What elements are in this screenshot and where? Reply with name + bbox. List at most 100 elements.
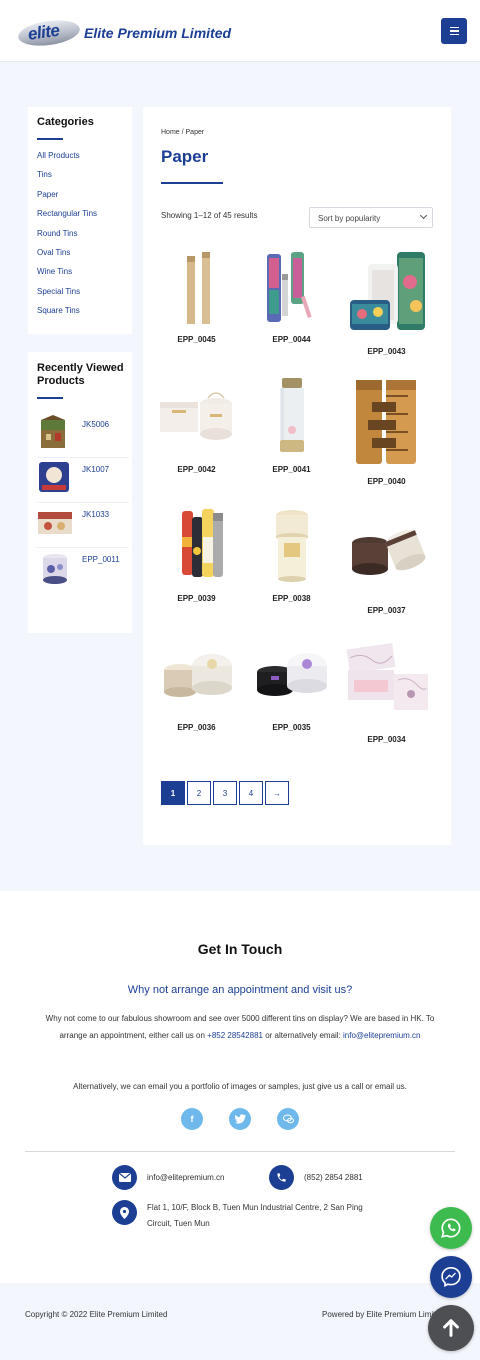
product-image[interactable] [342, 507, 432, 597]
site-footer: Copyright © 2022 Elite Premium Limited P… [0, 1283, 480, 1360]
product-image[interactable] [342, 636, 432, 726]
product-card[interactable]: EPP_0041 [244, 378, 339, 474]
category-link[interactable]: Paper [37, 189, 123, 208]
product-image[interactable] [342, 248, 432, 338]
logo-mark: elite [16, 16, 82, 50]
product-card[interactable]: EPP_0035 [244, 636, 339, 732]
recent-product[interactable]: EPP_0011 [37, 548, 129, 593]
product-name[interactable]: EPP_0037 [339, 606, 434, 615]
product-card[interactable]: EPP_0039 [149, 507, 244, 603]
title-underline [37, 138, 63, 140]
contact-phone-text[interactable]: (852) 2854 2881 [304, 1170, 363, 1186]
recent-product-link[interactable]: EPP_0011 [82, 555, 120, 564]
categories-title: Categories [37, 116, 94, 128]
recent-title: Recently Viewed Products [37, 362, 124, 387]
twitter-icon[interactable] [229, 1108, 251, 1130]
recent-product[interactable]: JK1007 [37, 458, 129, 503]
arrow-up-icon[interactable] [428, 1305, 474, 1351]
product-name[interactable]: EPP_0045 [149, 335, 244, 344]
email-link[interactable]: info@elitepremium.cn [343, 1031, 420, 1040]
hamburger-icon-line [449, 33, 459, 36]
contact-phone[interactable]: (852) 2854 2881 [269, 1165, 363, 1190]
recent-product-link[interactable]: JK1007 [82, 465, 109, 474]
location-pin-icon [112, 1200, 137, 1225]
sort-dropdown[interactable]: Sort by popularity [309, 207, 433, 228]
envelope-icon [112, 1165, 137, 1190]
product-image[interactable] [152, 507, 242, 585]
facebook-icon[interactable]: f [181, 1108, 203, 1130]
menu-button[interactable] [441, 18, 467, 44]
product-card[interactable]: EPP_0044 [244, 248, 339, 344]
product-card[interactable]: EPP_0034 [339, 636, 434, 744]
category-link[interactable]: Oval Tins [37, 247, 123, 266]
product-thumbnail[interactable] [37, 549, 73, 585]
product-image[interactable] [152, 248, 242, 326]
page-link[interactable]: 3 [213, 781, 237, 805]
product-image[interactable] [247, 636, 337, 714]
product-name[interactable]: EPP_0044 [244, 335, 339, 344]
product-card[interactable]: EPP_0037 [339, 507, 434, 615]
chat-icon[interactable] [277, 1108, 299, 1130]
sort-selected-value: Sort by popularity [318, 214, 381, 223]
category-link[interactable]: Round Tins [37, 228, 123, 247]
next-page-arrow[interactable]: → [265, 781, 289, 805]
contact-text: or alternatively email: [262, 1031, 344, 1040]
product-listing: Home / Paper Paper Showing 1–12 of 45 re… [143, 107, 451, 845]
recent-product-link[interactable]: JK5006 [82, 420, 109, 429]
product-name[interactable]: EPP_0036 [149, 723, 244, 732]
category-link[interactable]: Square Tins [37, 305, 123, 324]
hamburger-icon-line [449, 30, 459, 32]
page-link[interactable]: 4 [239, 781, 263, 805]
divider [25, 1151, 455, 1152]
phone-link[interactable]: +852 28542881 [207, 1031, 263, 1040]
page-link-current[interactable]: 1 [161, 781, 185, 805]
product-card[interactable]: EPP_0042 [149, 378, 244, 474]
product-name[interactable]: EPP_0038 [244, 594, 339, 603]
categories-widget: Categories All Products Tins Paper Recta… [28, 107, 132, 334]
product-thumbnail[interactable] [37, 414, 73, 450]
contact-email[interactable]: info@elitepremium.cn [112, 1165, 224, 1190]
product-name[interactable]: EPP_0041 [244, 465, 339, 474]
product-name[interactable]: EPP_0042 [149, 465, 244, 474]
whatsapp-icon[interactable] [430, 1207, 472, 1249]
product-name[interactable]: EPP_0034 [339, 735, 434, 744]
product-image[interactable] [152, 378, 242, 456]
contact-section: Get In Touch Why not arrange an appointm… [0, 891, 480, 1283]
product-image[interactable] [247, 248, 337, 326]
contact-address-text: Flat 1, 10/F, Block B, Tuen Mun Industri… [147, 1203, 363, 1228]
category-link[interactable]: All Products [37, 150, 123, 169]
product-thumbnail[interactable] [37, 459, 73, 495]
category-link[interactable]: Wine Tins [37, 266, 123, 285]
category-link[interactable]: Tins [37, 169, 123, 188]
chevron-down-icon [419, 211, 428, 220]
product-image[interactable] [342, 378, 432, 468]
brand-name: Elite Premium Limited [84, 25, 232, 41]
product-name[interactable]: EPP_0035 [244, 723, 339, 732]
product-thumbnail[interactable] [37, 504, 73, 540]
contact-email-text[interactable]: info@elitepremium.cn [147, 1170, 224, 1186]
recent-product-link[interactable]: JK1033 [82, 510, 109, 519]
product-card[interactable]: EPP_0038 [244, 507, 339, 603]
copyright-text: Copyright © 2022 Elite Premium Limited [25, 1310, 168, 1319]
category-link[interactable]: Rectangular Tins [37, 208, 123, 227]
product-name[interactable]: EPP_0040 [339, 477, 434, 486]
title-underline [161, 182, 223, 184]
product-image[interactable] [152, 636, 242, 714]
contact-paragraph: Why not come to our fabulous showroom an… [40, 1010, 440, 1044]
product-image[interactable] [247, 378, 337, 456]
page-link[interactable]: 2 [187, 781, 211, 805]
product-card[interactable]: EPP_0036 [149, 636, 244, 732]
breadcrumb[interactable]: Home / Paper [161, 129, 204, 136]
messenger-icon[interactable] [430, 1256, 472, 1298]
recent-product[interactable]: JK5006 [37, 413, 129, 458]
product-card[interactable]: EPP_0043 [339, 248, 434, 356]
category-link[interactable]: Special Tins [37, 286, 123, 305]
product-image[interactable] [247, 507, 337, 585]
product-name[interactable]: EPP_0039 [149, 594, 244, 603]
site-logo[interactable]: elite Elite Premium Limited [16, 16, 232, 50]
product-card[interactable]: EPP_0045 [149, 248, 244, 344]
contact-subtitle: Why not arrange an appointment and visit… [127, 984, 353, 996]
recent-product[interactable]: JK1033 [37, 503, 129, 548]
product-name[interactable]: EPP_0043 [339, 347, 434, 356]
product-card[interactable]: EPP_0040 [339, 378, 434, 486]
